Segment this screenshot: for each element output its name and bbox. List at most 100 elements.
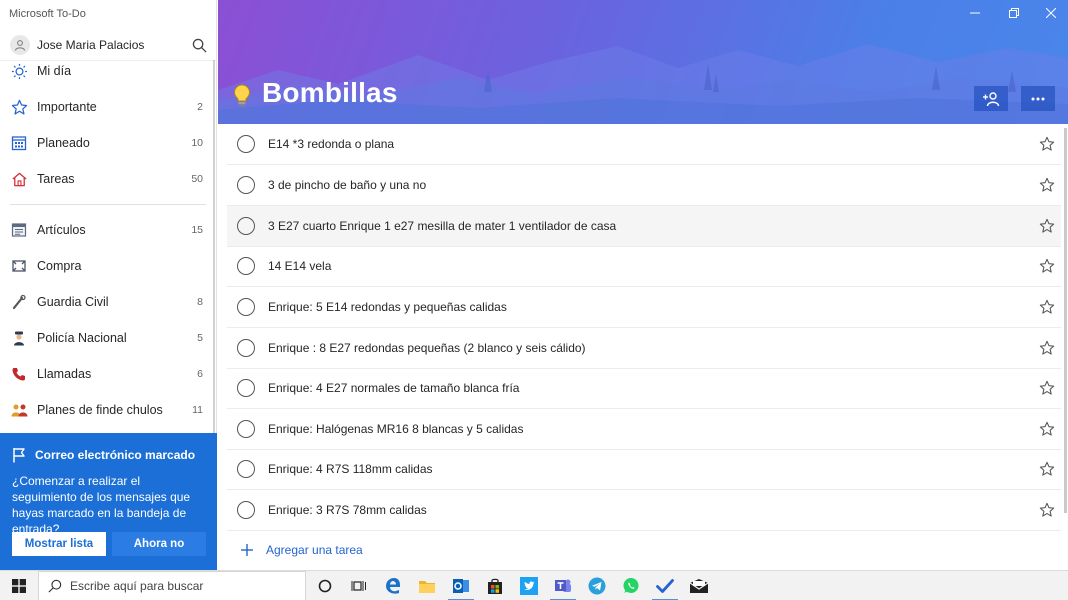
task-row[interactable]: E14 *3 redonda o plana	[227, 124, 1061, 165]
maximize-button[interactable]	[999, 3, 1029, 23]
star-icon[interactable]	[1038, 460, 1056, 478]
close-button[interactable]	[1036, 3, 1066, 23]
sidebar: Microsoft To-Do Jose Maria Palacios Mi d…	[0, 0, 217, 570]
sidebar-item-count: 2	[197, 101, 203, 113]
task-title: 3 de pincho de baño y una no	[268, 178, 427, 192]
taskbar-app-edge[interactable]	[376, 571, 410, 600]
taskbar-app-file-explorer[interactable]	[410, 571, 444, 600]
task-title: Enrique: 4 E27 normales de tamaño blanca…	[268, 381, 520, 395]
outlook-icon	[453, 578, 469, 593]
task-row[interactable]: 3 de pincho de baño y una no	[227, 165, 1061, 206]
share-list-button[interactable]	[974, 86, 1008, 111]
sidebar-scrollbar[interactable]	[213, 60, 215, 433]
calendar-icon	[10, 134, 28, 152]
search-icon	[48, 579, 62, 593]
cortana-button[interactable]	[308, 571, 342, 600]
not-now-button[interactable]: Ahora no	[112, 532, 206, 556]
complete-checkbox[interactable]	[237, 176, 255, 194]
promo-title: Correo electrónico marcado	[35, 448, 196, 462]
taskbar-app-outlook[interactable]	[444, 571, 478, 600]
task-row[interactable]: Enrique: 3 R7S 78mm calidas	[227, 490, 1061, 531]
task-view-icon	[351, 580, 366, 591]
promo-header: Correo electrónico marcado	[12, 447, 195, 463]
complete-checkbox[interactable]	[237, 420, 255, 438]
show-list-button[interactable]: Mostrar lista	[12, 532, 106, 556]
star-icon[interactable]	[1038, 420, 1056, 438]
task-row[interactable]: Enrique: Halógenas MR16 8 blancas y 5 ca…	[227, 409, 1061, 450]
sidebar-item-tareas[interactable]: Tareas 50	[0, 161, 212, 197]
flagged-email-promo: Correo electrónico marcado ¿Comenzar a r…	[0, 433, 217, 570]
task-row[interactable]: Enrique : 8 E27 redondas pequeñas (2 bla…	[227, 328, 1061, 369]
star-icon[interactable]	[1038, 217, 1056, 235]
taskbar-app-whatsapp[interactable]	[614, 571, 648, 600]
newspaper-icon	[10, 221, 28, 239]
star-icon[interactable]	[1038, 135, 1056, 153]
minimize-icon	[970, 12, 980, 14]
complete-checkbox[interactable]	[237, 257, 255, 275]
taskbar-app-store[interactable]	[478, 571, 512, 600]
task-row[interactable]: Enrique: 4 E27 normales de tamaño blanca…	[227, 368, 1061, 409]
star-icon[interactable]	[1038, 379, 1056, 397]
envelope-icon	[689, 578, 709, 593]
sidebar-item-label: Tareas	[37, 172, 75, 186]
taskbar-app-teams[interactable]	[546, 571, 580, 600]
taskbar-app-todo[interactable]	[648, 571, 682, 600]
flag-icon	[13, 448, 25, 463]
more-options-button[interactable]	[1021, 86, 1055, 111]
complete-checkbox[interactable]	[237, 379, 255, 397]
sidebar-item-count: 50	[191, 173, 203, 185]
complete-checkbox[interactable]	[237, 135, 255, 153]
star-icon[interactable]	[1038, 339, 1056, 357]
add-task-input[interactable]: Agregar una tarea	[227, 538, 1061, 562]
list-title[interactable]: Bombillas	[262, 77, 398, 109]
task-row[interactable]: 14 E14 vela	[227, 246, 1061, 287]
task-title: E14 *3 redonda o plana	[268, 137, 395, 151]
sidebar-item-guardia-civil[interactable]: Guardia Civil 8	[0, 284, 212, 320]
sidebar-item-llamadas[interactable]: Llamadas 6	[0, 356, 212, 392]
sidebar-item-importante[interactable]: Importante 2	[0, 89, 212, 125]
user-row[interactable]: Jose Maria Palacios	[0, 31, 217, 59]
task-row[interactable]: Enrique: 5 E14 redondas y pequeñas calid…	[227, 287, 1061, 328]
complete-checkbox[interactable]	[237, 339, 255, 357]
complete-checkbox[interactable]	[237, 217, 255, 235]
sidebar-item-count: 10	[191, 137, 203, 149]
sidebar-item-policia-nacional[interactable]: Policía Nacional 5	[0, 320, 212, 356]
sidebar-item-compra[interactable]: Compra	[0, 248, 212, 284]
sidebar-item-label: Policía Nacional	[37, 331, 127, 345]
search-button[interactable]	[185, 31, 213, 59]
sidebar-item-mi-dia[interactable]: Mi día	[0, 61, 212, 89]
task-title: Enrique: 4 R7S 118mm calidas	[268, 462, 433, 476]
taskbar-app-telegram[interactable]	[580, 571, 614, 600]
add-person-icon	[983, 91, 1000, 106]
task-title: Enrique: 5 E14 redondas y pequeñas calid…	[268, 300, 507, 314]
sidebar-item-label: Mi día	[37, 64, 72, 78]
sidebar-item-articulos[interactable]: Artículos 15	[0, 212, 212, 248]
sidebar-item-label: Importante	[37, 100, 97, 114]
main-panel: Bombillas E14 *3 redonda o plana 3 de pi…	[218, 0, 1068, 570]
whatsapp-icon	[623, 577, 639, 593]
windows-taskbar: Escribe aquí para buscar	[0, 570, 1068, 600]
task-view-button[interactable]	[342, 571, 376, 600]
sidebar-item-planeado[interactable]: Planeado 10	[0, 125, 212, 161]
taskbar-search-box[interactable]: Escribe aquí para buscar	[38, 570, 306, 600]
task-list-scrollbar[interactable]	[1064, 128, 1067, 513]
app-title: Microsoft To-Do	[9, 8, 86, 20]
complete-checkbox[interactable]	[237, 501, 255, 519]
search-placeholder: Escribe aquí para buscar	[70, 578, 204, 593]
more-icon	[1031, 97, 1045, 100]
sidebar-item-count: 6	[197, 368, 203, 380]
user-name: Jose Maria Palacios	[37, 38, 145, 52]
task-row[interactable]: 3 E27 cuarto Enrique 1 e27 mesilla de ma…	[227, 206, 1061, 247]
sidebar-item-planes-finde[interactable]: Planes de finde chulos 11	[0, 392, 212, 428]
start-button[interactable]	[0, 571, 38, 600]
task-row[interactable]: Enrique: 4 R7S 118mm calidas	[227, 449, 1061, 490]
star-icon[interactable]	[1038, 298, 1056, 316]
complete-checkbox[interactable]	[237, 298, 255, 316]
complete-checkbox[interactable]	[237, 460, 255, 478]
taskbar-app-mail[interactable]	[682, 571, 716, 600]
taskbar-app-twitter[interactable]	[512, 571, 546, 600]
minimize-button[interactable]	[960, 3, 990, 23]
star-icon[interactable]	[1038, 501, 1056, 519]
star-icon[interactable]	[1038, 257, 1056, 275]
star-icon[interactable]	[1038, 176, 1056, 194]
